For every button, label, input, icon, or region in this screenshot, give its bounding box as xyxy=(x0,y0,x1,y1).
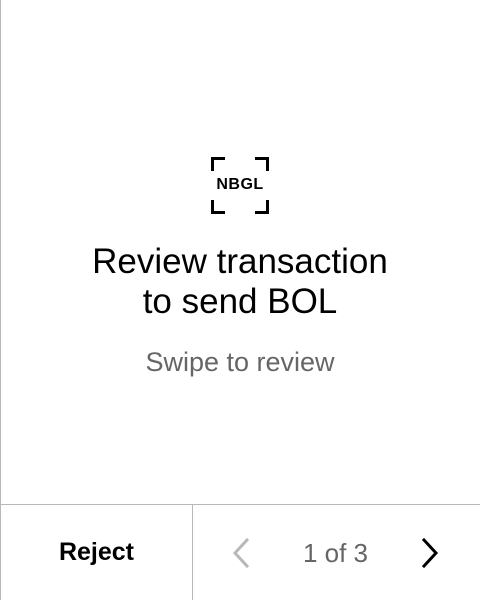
chevron-right-icon xyxy=(421,537,439,569)
next-page-button[interactable] xyxy=(410,533,450,573)
page-indicator: 1 of 3 xyxy=(302,538,369,568)
nbgl-logo: NBGL xyxy=(211,157,269,214)
chevron-left-icon xyxy=(232,537,250,569)
review-title-line-1: Review transaction xyxy=(92,242,388,281)
navigation-footer: Reject 1 of 3 xyxy=(0,504,480,600)
swipe-instruction: Swipe to review xyxy=(145,347,335,377)
review-title-line-2: to send BOL xyxy=(142,282,338,321)
nbgl-logo-text: NBGL xyxy=(216,176,264,193)
reject-button[interactable]: Reject xyxy=(1,505,192,600)
previous-page-button[interactable] xyxy=(221,533,261,573)
page-navigation: 1 of 3 xyxy=(193,505,480,600)
review-screen: NBGL Review transaction to send BOL Swip… xyxy=(0,0,480,504)
review-title: Review transaction to send BOL xyxy=(40,242,440,322)
